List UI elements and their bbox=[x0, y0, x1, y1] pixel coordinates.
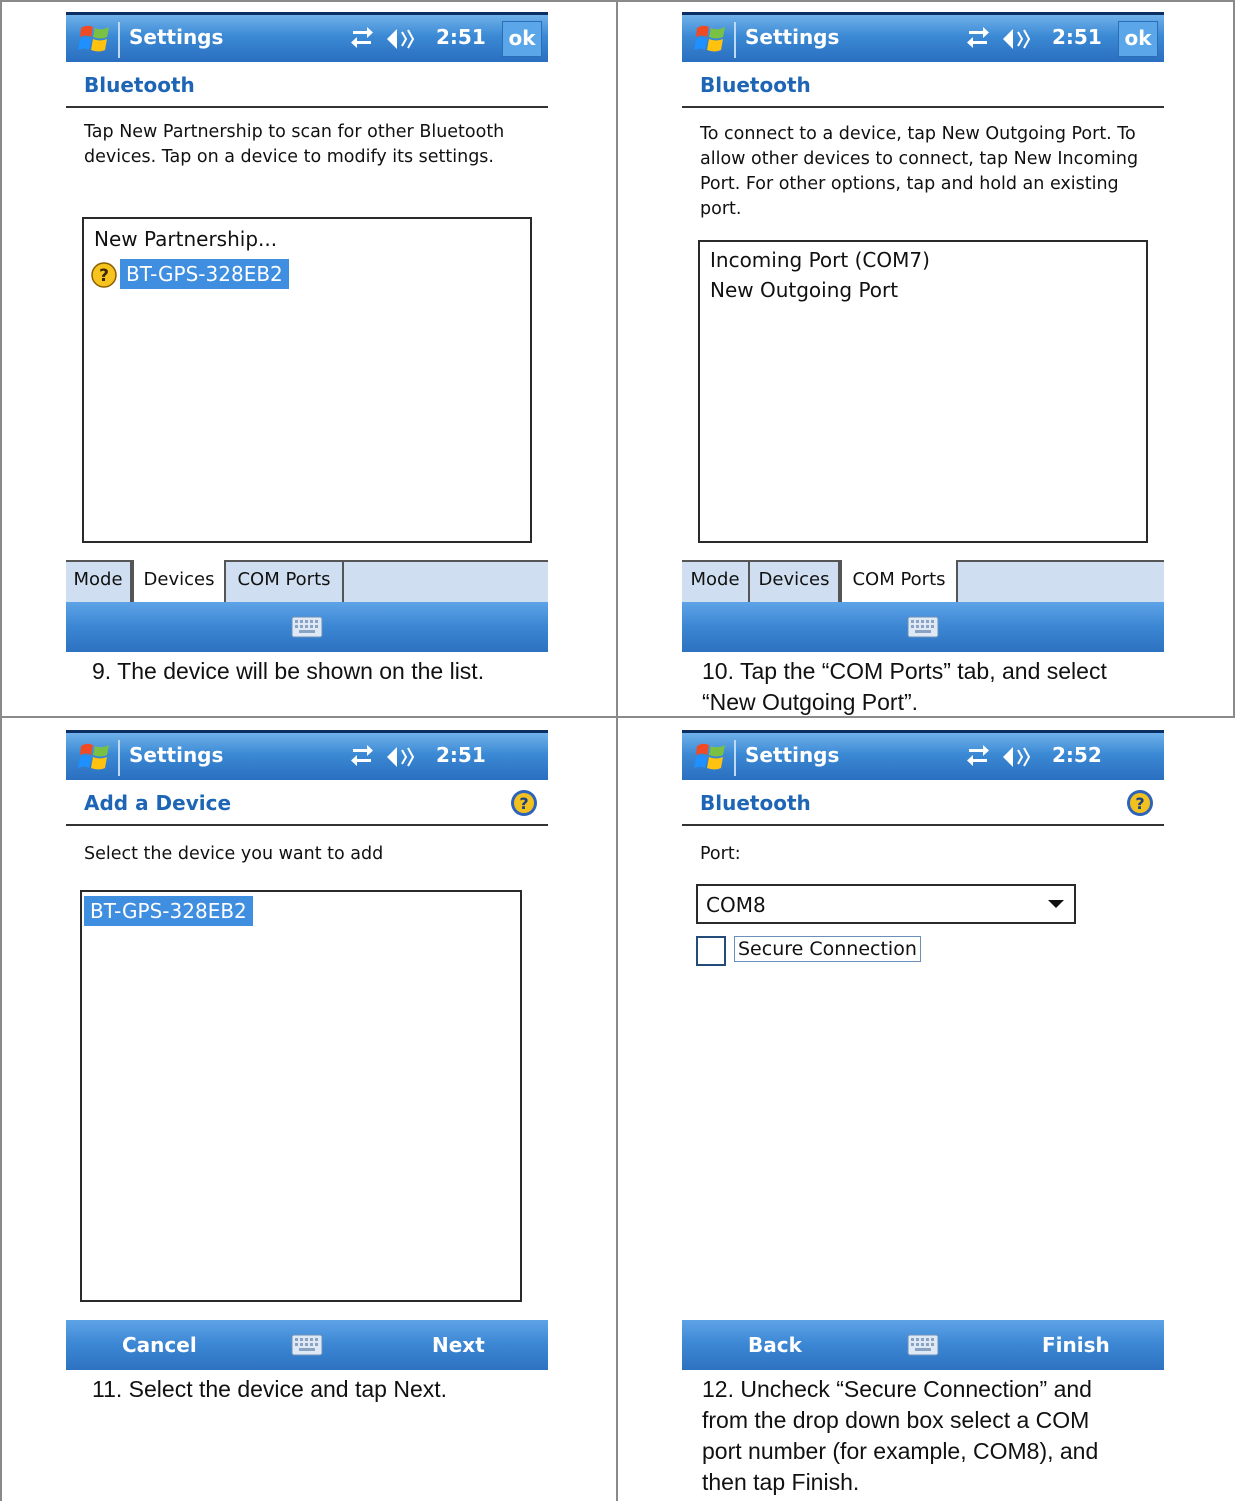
step-text: Tap the “COM Ports” tab, and select “New… bbox=[702, 658, 1107, 715]
instruction-text: Select the device you want to add bbox=[84, 844, 384, 864]
svg-text:?: ? bbox=[519, 794, 528, 813]
volume-icon bbox=[387, 29, 415, 49]
connectivity-volume-icons[interactable] bbox=[349, 23, 429, 55]
secure-connection-label[interactable]: Secure Connection bbox=[734, 936, 921, 962]
windows-start-icon[interactable] bbox=[78, 23, 112, 55]
windows-start-icon[interactable] bbox=[694, 23, 728, 55]
tab-bar: Mode Devices COM Ports bbox=[682, 560, 1164, 604]
windows-start-icon[interactable] bbox=[78, 741, 112, 773]
next-button[interactable]: Next bbox=[432, 1333, 485, 1357]
connectivity-icon bbox=[351, 27, 373, 48]
step-caption: 10. Tap the “COM Ports” tab, and select … bbox=[702, 656, 1122, 718]
list-item-incoming-port[interactable]: Incoming Port (COM7) bbox=[710, 248, 930, 272]
tab-mode[interactable]: Mode bbox=[682, 560, 750, 602]
list-item-device[interactable]: BT-GPS-328EB2 bbox=[120, 259, 289, 289]
connectivity-volume-icons[interactable] bbox=[965, 23, 1045, 55]
title-separator bbox=[118, 22, 120, 58]
instruction-text: To connect to a device, tap New Outgoing… bbox=[700, 124, 1139, 219]
page-title: Add a Device bbox=[84, 791, 232, 815]
app-title: Settings bbox=[129, 743, 224, 767]
page-header: Bluetooth ? bbox=[682, 780, 1164, 826]
title-separator bbox=[734, 740, 736, 776]
device-list[interactable]: New Partnership... ? BT-GPS-328EB2 bbox=[82, 217, 532, 543]
device-list[interactable]: BT-GPS-328EB2 bbox=[80, 890, 522, 1302]
app-title: Settings bbox=[129, 25, 224, 49]
tab-com-ports[interactable]: COM Ports bbox=[840, 560, 958, 604]
page-title: Bluetooth bbox=[700, 73, 811, 97]
clock-time: 2:51 bbox=[436, 743, 486, 767]
keyboard-icon[interactable] bbox=[291, 1334, 323, 1356]
step-text: Select the device and tap Next. bbox=[128, 1376, 448, 1402]
list-item-device[interactable]: BT-GPS-328EB2 bbox=[84, 896, 253, 926]
connectivity-volume-icons[interactable] bbox=[965, 741, 1045, 773]
step-caption: 12. Uncheck “Secure Connection” and from… bbox=[702, 1374, 1102, 1498]
soft-key-bar bbox=[66, 602, 548, 652]
ok-button[interactable]: ok bbox=[502, 21, 542, 57]
keyboard-icon[interactable] bbox=[907, 616, 939, 638]
svg-text:?: ? bbox=[1135, 794, 1144, 813]
screenshot-panel-com-ports: Settings 2:51 ok Bluetooth To connect to… bbox=[682, 12, 1164, 652]
help-icon[interactable]: ? bbox=[510, 789, 538, 817]
page-header: Bluetooth bbox=[682, 62, 1164, 108]
port-list[interactable]: Incoming Port (COM7) New Outgoing Port bbox=[698, 240, 1148, 543]
tab-devices[interactable]: Devices bbox=[132, 560, 226, 604]
keyboard-icon[interactable] bbox=[291, 616, 323, 638]
app-title: Settings bbox=[745, 25, 840, 49]
tab-bar: Mode Devices COM Ports bbox=[66, 560, 548, 604]
cancel-button[interactable]: Cancel bbox=[122, 1333, 197, 1357]
soft-key-bar bbox=[682, 602, 1164, 652]
list-item-new-partnership[interactable]: New Partnership... bbox=[94, 227, 277, 251]
step-number: 11. bbox=[92, 1376, 123, 1402]
page-title: Bluetooth bbox=[84, 73, 195, 97]
grid-divider-vertical bbox=[616, 0, 618, 1501]
clock-time: 2:51 bbox=[436, 25, 486, 49]
app-title: Settings bbox=[745, 743, 840, 767]
step-number: 10. bbox=[702, 658, 734, 684]
port-label: Port: bbox=[700, 844, 741, 864]
svg-text:?: ? bbox=[99, 266, 109, 286]
instruction-text: Tap New Partnership to scan for other Bl… bbox=[84, 122, 505, 167]
clock-time: 2:51 bbox=[1052, 25, 1102, 49]
connectivity-volume-icons[interactable] bbox=[349, 741, 429, 773]
ok-button[interactable]: ok bbox=[1118, 21, 1158, 57]
port-dropdown[interactable]: COM8 bbox=[696, 884, 1076, 924]
back-button[interactable]: Back bbox=[748, 1333, 802, 1357]
soft-key-bar: Back Finish bbox=[682, 1320, 1164, 1370]
tab-mode[interactable]: Mode bbox=[66, 560, 132, 602]
soft-key-bar: Cancel Next bbox=[66, 1320, 548, 1370]
step-caption: 11. Select the device and tap Next. bbox=[92, 1374, 592, 1405]
chevron-down-icon[interactable] bbox=[1048, 900, 1064, 908]
clock-time: 2:52 bbox=[1052, 743, 1102, 767]
title-bar: Settings 2:51 ok bbox=[66, 12, 548, 62]
step-text: Uncheck “Secure Connection” and from the… bbox=[702, 1376, 1099, 1495]
grid-border-left bbox=[0, 0, 2, 1501]
step-caption: 9. The device will be shown on the list. bbox=[92, 656, 512, 687]
help-icon[interactable]: ? bbox=[1126, 789, 1154, 817]
page-header: Bluetooth bbox=[66, 62, 548, 108]
screenshot-panel-bluetooth-devices: Settings 2:51 ok Bluetooth Tap New Partn… bbox=[66, 12, 548, 652]
step-text: The device will be shown on the list. bbox=[117, 658, 485, 684]
title-separator bbox=[118, 740, 120, 776]
title-separator bbox=[734, 22, 736, 58]
title-bar: Settings 2:52 bbox=[682, 730, 1164, 780]
port-dropdown-value: COM8 bbox=[706, 893, 766, 917]
page-title: Bluetooth bbox=[700, 791, 811, 815]
tab-devices[interactable]: Devices bbox=[750, 560, 840, 602]
list-item-new-outgoing-port[interactable]: New Outgoing Port bbox=[710, 278, 898, 302]
screenshot-panel-add-device: Settings 2:51 Add a Device ? Select the … bbox=[66, 730, 548, 1370]
step-number: 12. bbox=[702, 1376, 734, 1402]
secure-connection-checkbox[interactable] bbox=[696, 936, 726, 966]
windows-start-icon[interactable] bbox=[694, 741, 728, 773]
title-bar: Settings 2:51 bbox=[66, 730, 548, 780]
tab-com-ports[interactable]: COM Ports bbox=[226, 560, 344, 602]
step-number: 9. bbox=[92, 658, 112, 684]
page-header: Add a Device ? bbox=[66, 780, 548, 826]
finish-button[interactable]: Finish bbox=[1042, 1333, 1110, 1357]
screenshot-panel-port-settings: Settings 2:52 Bluetooth ? Port: COM8 Sec… bbox=[682, 730, 1164, 1370]
keyboard-icon[interactable] bbox=[907, 1334, 939, 1356]
unknown-device-icon: ? bbox=[91, 262, 117, 288]
title-bar: Settings 2:51 ok bbox=[682, 12, 1164, 62]
